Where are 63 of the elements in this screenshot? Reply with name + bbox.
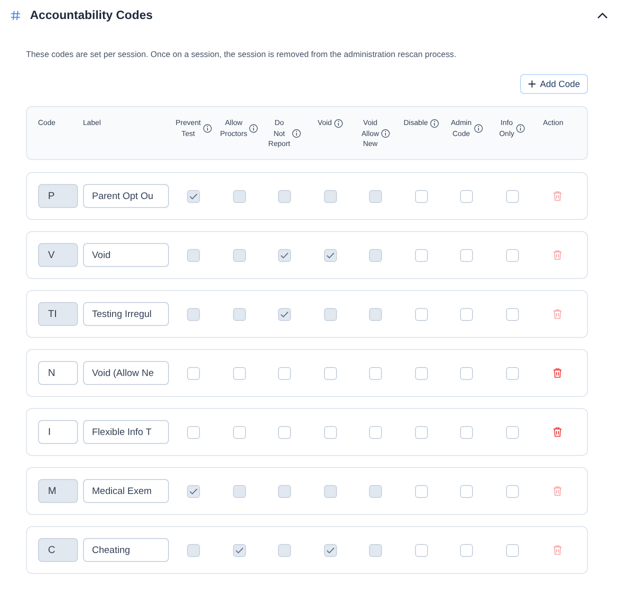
checkbox[interactable]: [460, 484, 474, 498]
check-icon: [234, 546, 244, 554]
chevron-up-icon[interactable]: [597, 12, 608, 18]
info-icon[interactable]: [292, 129, 302, 138]
checkbox[interactable]: [460, 248, 474, 262]
check-icon: [326, 252, 335, 258]
checkbox[interactable]: [414, 308, 428, 320]
checkbox[interactable]: [232, 426, 246, 438]
checkbox[interactable]: [460, 366, 474, 380]
check-icon: [326, 546, 335, 554]
label-field[interactable]: Void: [83, 243, 169, 267]
checkbox[interactable]: [460, 426, 474, 438]
section-title: Accountability Codes: [30, 8, 154, 22]
check-icon: [280, 252, 290, 258]
checkbox[interactable]: [414, 248, 428, 262]
description-text: These codes are set per session. Once on a session, the session is removed from the administration rescan process.: [26, 49, 458, 59]
checkbox[interactable]: [506, 248, 519, 262]
info-icon[interactable]: [430, 118, 439, 128]
info-icon[interactable]: [474, 124, 483, 133]
label-field[interactable]: Parent Opt Ou: [83, 184, 169, 208]
info-icon[interactable]: [334, 118, 343, 128]
checkbox[interactable]: [324, 366, 337, 380]
checkbox[interactable]: [414, 426, 428, 438]
add-code-button[interactable]: Add Code: [520, 74, 588, 94]
label-field[interactable]: Medical Exem: [83, 479, 169, 503]
check-icon: [189, 192, 198, 200]
checkbox[interactable]: [232, 366, 246, 380]
checkbox[interactable]: [414, 544, 428, 556]
label-field[interactable]: Cheating: [83, 538, 169, 562]
checkbox[interactable]: [506, 426, 519, 438]
checkbox[interactable]: [278, 426, 292, 438]
checkbox[interactable]: [460, 190, 474, 202]
code-field[interactable]: N: [38, 361, 78, 385]
hash-icon: [10, 10, 21, 20]
checkbox[interactable]: [460, 308, 474, 320]
checkbox[interactable]: [414, 366, 428, 380]
info-icon[interactable]: [380, 129, 390, 138]
check-icon: [280, 310, 290, 318]
checkbox[interactable]: [506, 484, 519, 498]
info-icon[interactable]: [202, 124, 212, 133]
checkbox[interactable]: [506, 190, 519, 202]
checkbox[interactable]: [506, 366, 519, 380]
plus-icon: [528, 80, 536, 88]
checkbox[interactable]: [460, 544, 474, 556]
code-field[interactable]: I: [38, 420, 78, 444]
checkbox[interactable]: [414, 484, 428, 498]
trash-icon[interactable]: [553, 368, 562, 378]
check-icon: [189, 488, 198, 494]
label-field[interactable]: Testing Irregul: [83, 302, 169, 326]
checkbox[interactable]: [278, 366, 292, 380]
checkbox[interactable]: [187, 426, 200, 438]
checkbox[interactable]: [324, 426, 337, 438]
checkbox[interactable]: [414, 190, 428, 202]
label-field[interactable]: Flexible Info T: [83, 420, 169, 444]
trash-icon[interactable]: [553, 427, 562, 437]
checkbox[interactable]: [506, 544, 519, 556]
info-icon[interactable]: [516, 124, 526, 133]
checkbox[interactable]: [187, 366, 200, 380]
checkbox[interactable]: [369, 366, 382, 380]
checkbox[interactable]: [506, 308, 519, 320]
label-field[interactable]: Void (Allow Ne: [83, 361, 169, 385]
checkbox[interactable]: [369, 426, 382, 438]
info-icon[interactable]: [249, 124, 258, 133]
